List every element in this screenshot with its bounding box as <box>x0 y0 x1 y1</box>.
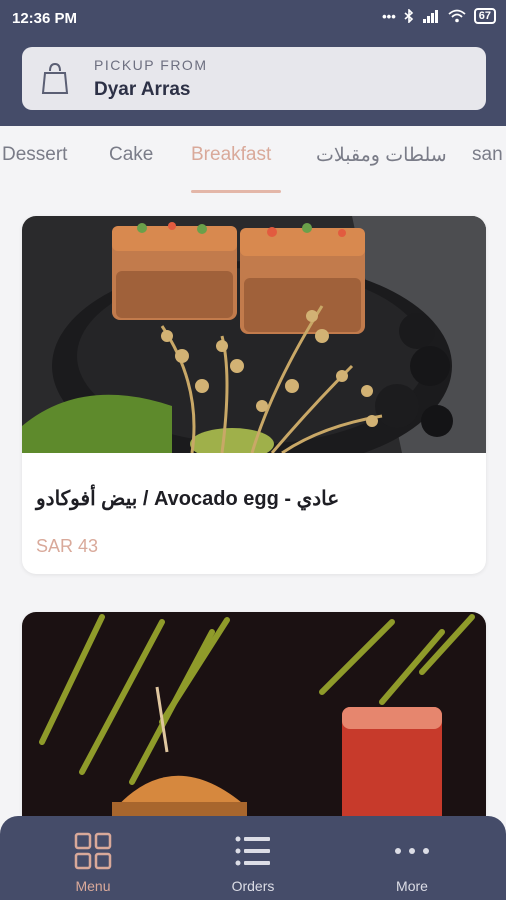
bottom-navigation: Menu Orders More <box>0 816 506 900</box>
status-icons: ••• 67 <box>382 8 496 24</box>
wifi-icon <box>448 9 466 23</box>
nav-more[interactable]: More <box>352 816 472 900</box>
menu-item-card[interactable] <box>22 612 486 842</box>
nav-more-label: More <box>396 878 428 894</box>
nav-menu-label: Menu <box>75 878 111 894</box>
avocado-egg-photo <box>22 216 486 453</box>
tab-salads-appetizers[interactable]: سلطات ومقبلات <box>316 144 447 167</box>
active-tab-indicator <box>191 190 281 193</box>
nav-menu[interactable]: Menu <box>33 816 153 900</box>
more-dots-icon <box>395 848 429 854</box>
pickup-location-name: Dyar Arras <box>94 79 191 100</box>
menu-item-price: SAR 43 <box>36 536 99 556</box>
shopping-bag-icon <box>41 62 69 94</box>
list-icon <box>235 836 270 866</box>
grid-icon <box>74 832 112 870</box>
tab-breakfast[interactable]: Breakfast <box>191 144 271 166</box>
category-tabs: Dessert Cake Breakfast سلطات ومقبلات san <box>0 126 506 196</box>
signal-icon <box>422 10 438 23</box>
status-bar: 12:36 PM ••• 67 <box>0 0 506 36</box>
bluetooth-icon <box>404 9 413 23</box>
pickup-location-selector[interactable]: PICKUP FROM Dyar Arras <box>22 47 486 110</box>
burger-juice-photo <box>22 612 486 842</box>
status-time: 12:36 PM <box>12 10 78 27</box>
nav-orders[interactable]: Orders <box>193 816 313 900</box>
tab-cake[interactable]: Cake <box>109 144 153 166</box>
pickup-caption: PICKUP FROM <box>94 57 208 73</box>
battery-icon: 67 <box>473 8 496 24</box>
tab-dessert[interactable]: Dessert <box>2 144 67 166</box>
nav-orders-label: Orders <box>231 878 275 894</box>
notification-dots-icon: ••• <box>382 8 396 24</box>
menu-item-name: بيض أفوكادو / Avocado egg - عادي <box>36 488 340 510</box>
menu-item-card[interactable]: بيض أفوكادو / Avocado egg - عادي SAR 43 <box>22 216 486 574</box>
app-header: 12:36 PM ••• 67 PICKUP FROM Dyar Arras <box>0 0 506 126</box>
tab-sandwiches[interactable]: san <box>472 144 503 166</box>
